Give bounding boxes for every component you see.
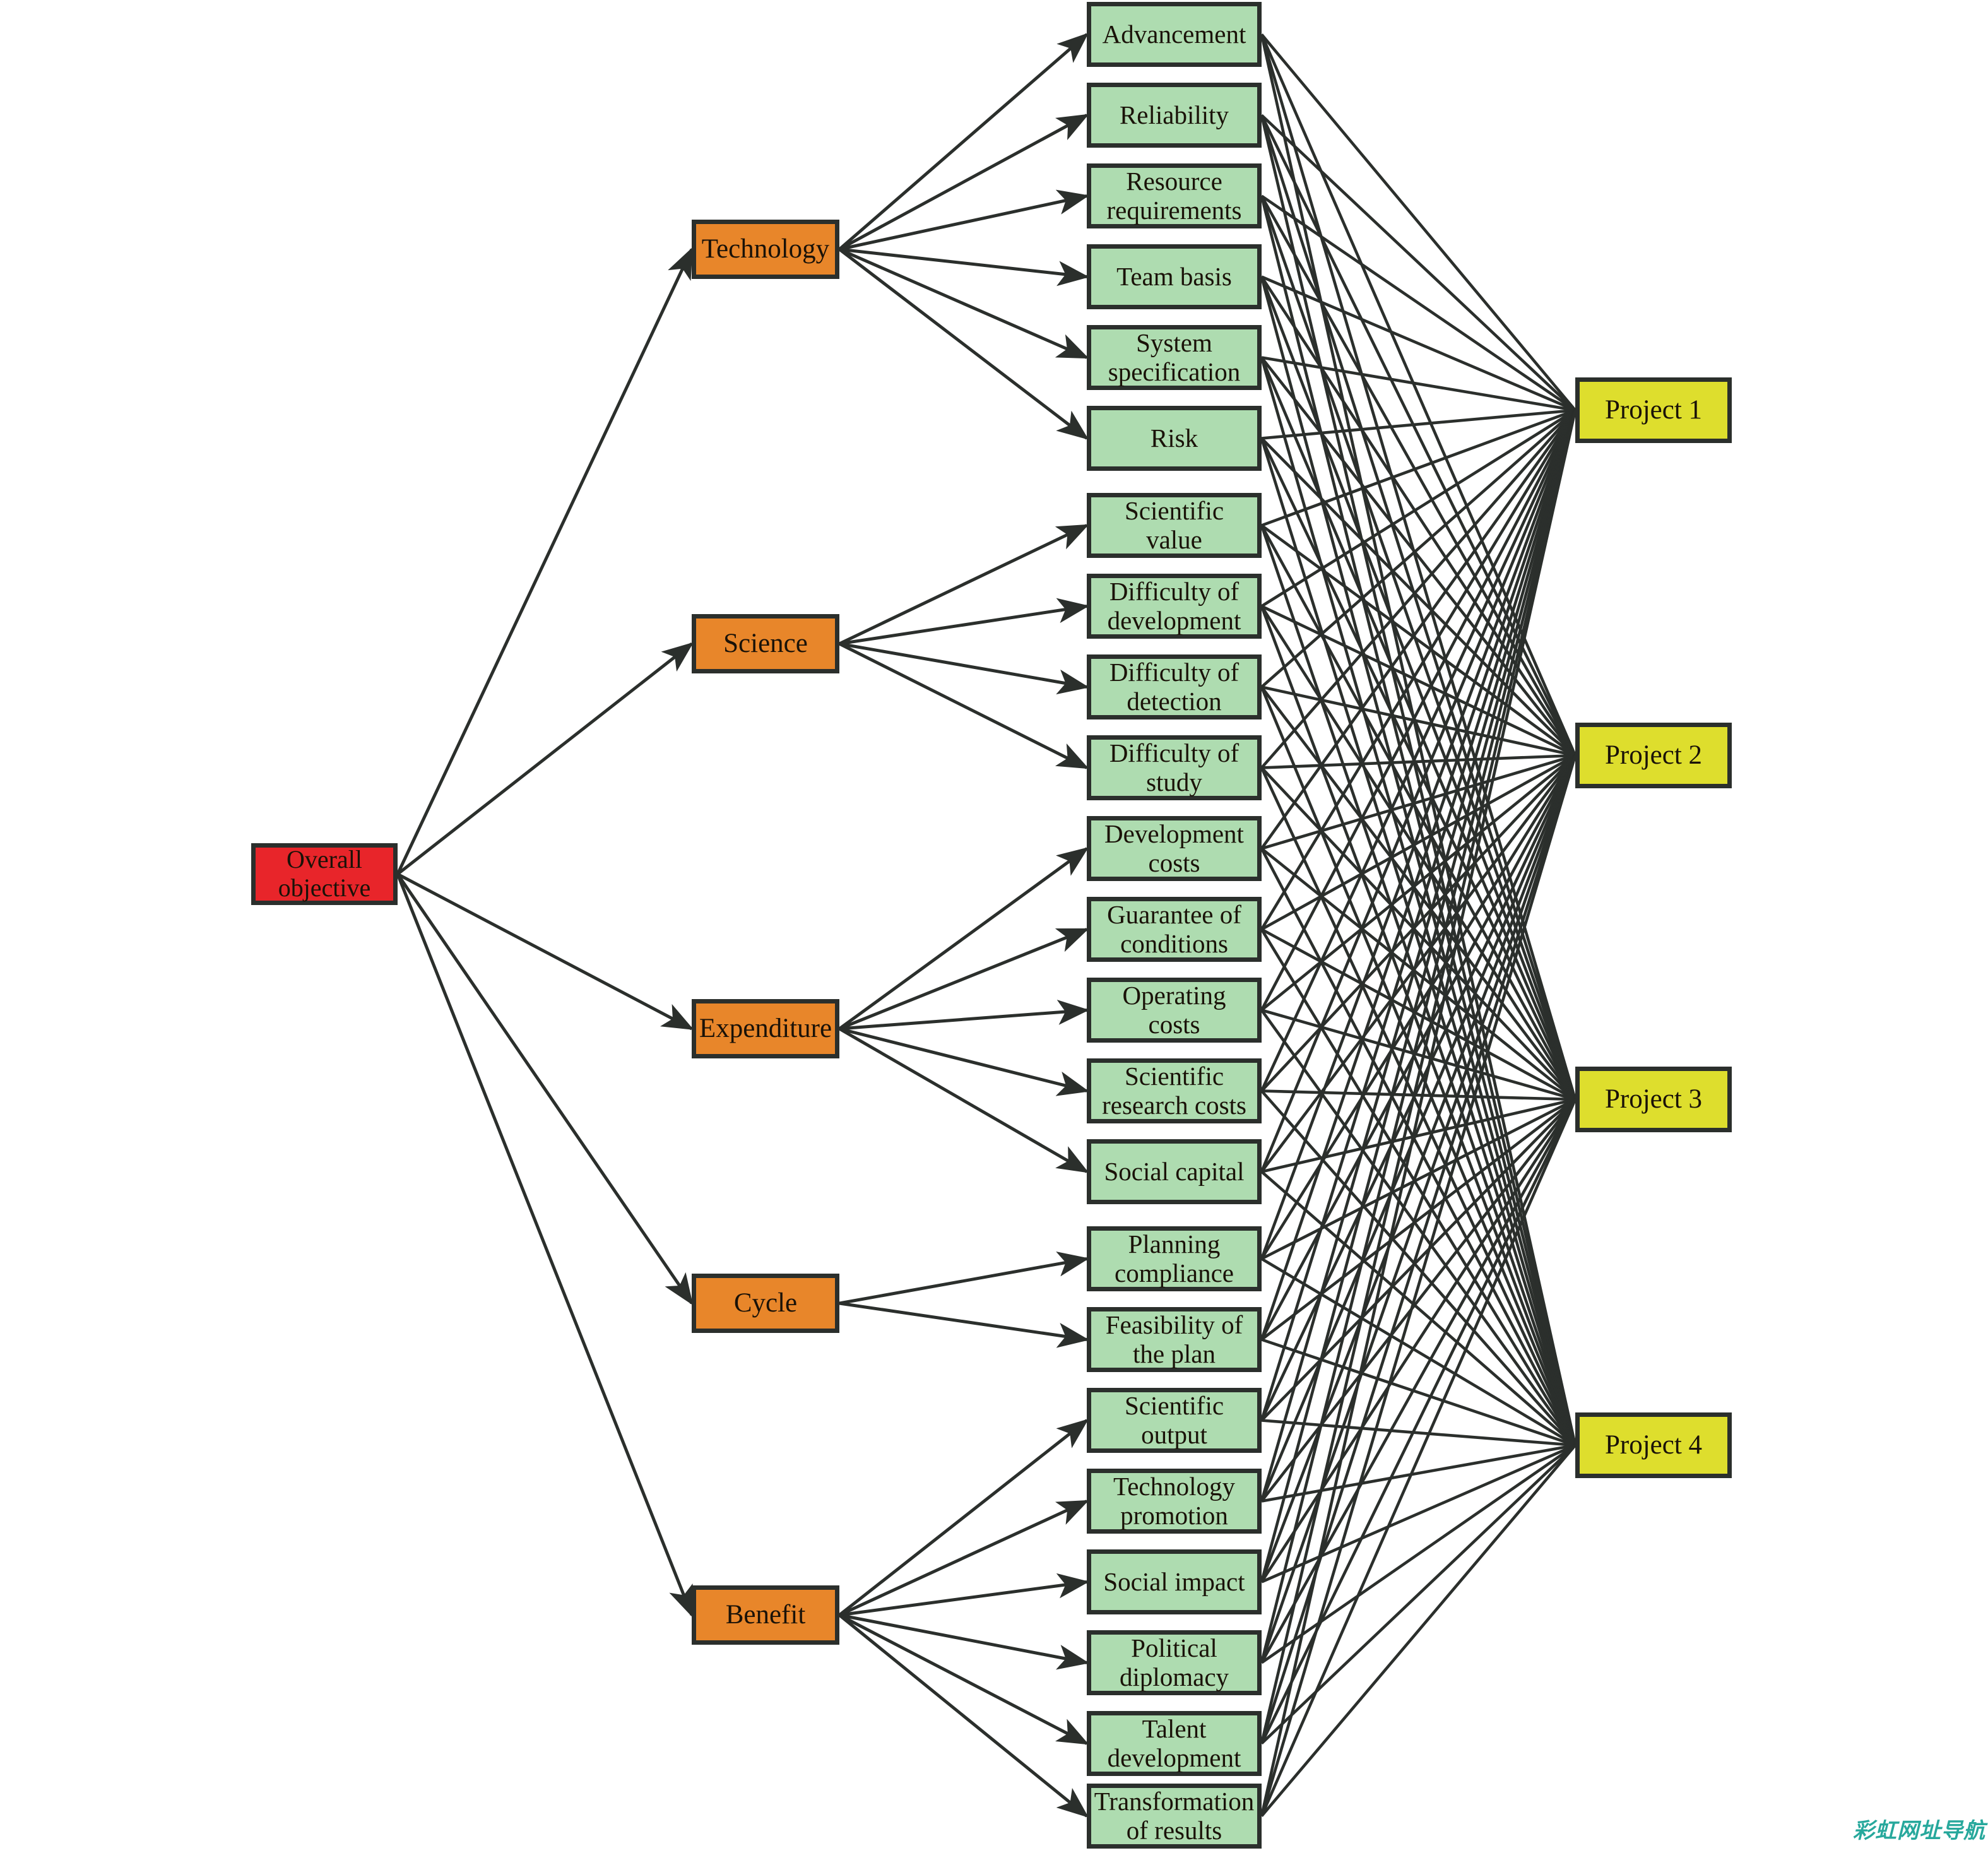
criteria-node-technology[interactable]: Technology bbox=[692, 220, 839, 279]
criteria-node-cycle-label: Cycle bbox=[733, 1288, 798, 1318]
subcriteria-node-risk-label: Risk bbox=[1150, 423, 1198, 453]
alternative-node-project-3-label: Project 3 bbox=[1604, 1084, 1703, 1114]
subcriteria-node-reliability-label: Reliability bbox=[1119, 100, 1229, 129]
diagram-canvas: Overall objective Technology Science Expend… bbox=[0, 0, 1988, 1853]
edges-criteria-to-subcriteria bbox=[838, 32, 1089, 1818]
subcriteria-node-transform-results-label: Transformation of results bbox=[1094, 1786, 1255, 1845]
subcriteria-node-talent-dev[interactable]: Talent development bbox=[1087, 1711, 1262, 1776]
subcriteria-node-guarantee-cond-label: Guarantee of conditions bbox=[1107, 899, 1241, 958]
subcriteria-node-team-basis[interactable]: Team basis bbox=[1087, 244, 1262, 309]
site-watermark: 彩虹网址导航 bbox=[1853, 1818, 1985, 1844]
connector-layer bbox=[396, 32, 1577, 1818]
alternative-node-project-2[interactable]: Project 2 bbox=[1575, 723, 1732, 788]
edges-subcriteria-to-alternatives bbox=[1260, 33, 1577, 1817]
subcriteria-node-development-costs[interactable]: Development costs bbox=[1087, 816, 1262, 881]
subcriteria-node-diff-development[interactable]: Difficulty of development bbox=[1087, 574, 1262, 639]
subcriteria-node-research-costs[interactable]: Scientific research costs bbox=[1087, 1058, 1262, 1123]
subcriteria-node-diff-detection-label: Difficulty of detection bbox=[1109, 657, 1240, 716]
subcriteria-node-system-spec[interactable]: System specification bbox=[1087, 325, 1262, 390]
subcriteria-node-social-capital[interactable]: Social capital bbox=[1087, 1139, 1262, 1204]
criteria-node-expenditure-label: Expenditure bbox=[699, 1013, 832, 1043]
subcriteria-node-diff-development-label: Difficulty of development bbox=[1107, 576, 1241, 635]
criteria-node-cycle[interactable]: Cycle bbox=[692, 1274, 839, 1333]
subcriteria-node-transform-results[interactable]: Transformation of results bbox=[1087, 1784, 1262, 1849]
subcriteria-node-scientific-output[interactable]: Scientific output bbox=[1087, 1388, 1262, 1453]
criteria-node-science-label: Science bbox=[723, 628, 808, 658]
subcriteria-node-political-dip[interactable]: Political diplomacy bbox=[1087, 1630, 1262, 1695]
subcriteria-node-development-costs-label: Development costs bbox=[1104, 819, 1244, 877]
subcriteria-node-research-costs-label: Scientific research costs bbox=[1102, 1061, 1246, 1120]
alternative-node-project-1[interactable]: Project 1 bbox=[1575, 377, 1732, 443]
goal-node-overall-objective-label: Overall objective bbox=[278, 845, 371, 902]
criteria-node-benefit-label: Benefit bbox=[725, 1599, 806, 1630]
subcriteria-node-resource-req[interactable]: Resource requirements bbox=[1087, 163, 1262, 228]
subcriteria-node-social-impact-label: Social impact bbox=[1103, 1566, 1245, 1596]
subcriteria-node-tech-promotion-label: Technology promotion bbox=[1113, 1471, 1235, 1530]
subcriteria-node-team-basis-label: Team basis bbox=[1116, 261, 1232, 291]
subcriteria-node-risk[interactable]: Risk bbox=[1087, 406, 1262, 471]
criteria-node-benefit[interactable]: Benefit bbox=[692, 1585, 839, 1645]
subcriteria-node-planning-compl-label: Planning compliance bbox=[1115, 1229, 1234, 1288]
goal-node-overall-objective[interactable]: Overall objective bbox=[251, 843, 398, 905]
subcriteria-node-diff-detection[interactable]: Difficulty of detection bbox=[1087, 654, 1262, 719]
subcriteria-node-resource-req-label: Resource requirements bbox=[1106, 166, 1242, 225]
subcriteria-node-tech-promotion[interactable]: Technology promotion bbox=[1087, 1469, 1262, 1534]
subcriteria-node-scientific-value-label: Scientific value bbox=[1124, 495, 1224, 554]
subcriteria-node-feasibility-plan[interactable]: Feasibility of the plan bbox=[1087, 1307, 1262, 1372]
subcriteria-node-operating-costs[interactable]: Operating costs bbox=[1087, 978, 1262, 1043]
subcriteria-node-diff-study[interactable]: Difficulty of study bbox=[1087, 735, 1262, 800]
subcriteria-node-planning-compl[interactable]: Planning compliance bbox=[1087, 1226, 1262, 1291]
subcriteria-node-guarantee-cond[interactable]: Guarantee of conditions bbox=[1087, 897, 1262, 962]
alternative-node-project-3[interactable]: Project 3 bbox=[1575, 1067, 1732, 1132]
subcriteria-node-operating-costs-label: Operating costs bbox=[1122, 980, 1226, 1039]
subcriteria-node-scientific-output-label: Scientific output bbox=[1124, 1390, 1224, 1449]
subcriteria-node-advancement-label: Advancement bbox=[1102, 19, 1246, 49]
subcriteria-node-reliability[interactable]: Reliability bbox=[1087, 83, 1262, 148]
criteria-node-technology-label: Technology bbox=[701, 234, 830, 264]
alternative-node-project-2-label: Project 2 bbox=[1604, 740, 1703, 770]
subcriteria-node-diff-study-label: Difficulty of study bbox=[1109, 738, 1240, 796]
subcriteria-node-talent-dev-label: Talent development bbox=[1107, 1714, 1241, 1772]
subcriteria-node-feasibility-plan-label: Feasibility of the plan bbox=[1105, 1310, 1243, 1368]
alternative-node-project-4-label: Project 4 bbox=[1604, 1430, 1703, 1460]
subcriteria-node-advancement[interactable]: Advancement bbox=[1087, 2, 1262, 67]
subcriteria-node-scientific-value[interactable]: Scientific value bbox=[1087, 493, 1262, 558]
criteria-node-expenditure[interactable]: Expenditure bbox=[692, 999, 839, 1058]
subcriteria-node-social-capital-label: Social capital bbox=[1104, 1156, 1245, 1186]
subcriteria-node-system-spec-label: System specification bbox=[1108, 328, 1241, 386]
criteria-node-science[interactable]: Science bbox=[692, 614, 839, 673]
subcriteria-node-political-dip-label: Political diplomacy bbox=[1119, 1633, 1229, 1691]
subcriteria-node-social-impact[interactable]: Social impact bbox=[1087, 1549, 1262, 1614]
alternative-node-project-1-label: Project 1 bbox=[1604, 394, 1703, 425]
alternative-node-project-4[interactable]: Project 4 bbox=[1575, 1412, 1732, 1478]
edges-goal-to-criteria bbox=[396, 247, 694, 1618]
